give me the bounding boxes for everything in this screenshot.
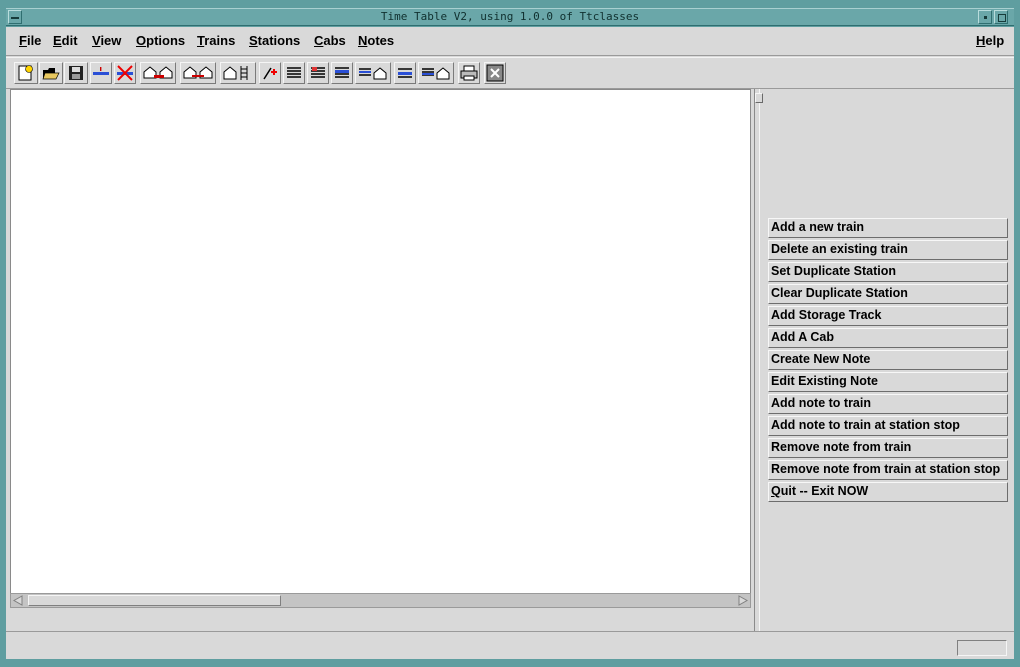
add-cab-button[interactable]: Add A Cab bbox=[768, 328, 1008, 348]
menu-notes[interactable]: Notes bbox=[358, 33, 394, 48]
add-storage-track-button[interactable]: Add Storage Track bbox=[768, 306, 1008, 326]
edit-note-icon[interactable] bbox=[331, 62, 353, 84]
add-train-button[interactable]: Add a new train bbox=[768, 218, 1008, 238]
menu-stations[interactable]: Stations bbox=[249, 33, 300, 48]
note-train-icon[interactable] bbox=[355, 62, 391, 84]
minimize-button[interactable] bbox=[978, 10, 992, 24]
duplicate-station-icon[interactable] bbox=[180, 62, 216, 84]
remove-note-icon[interactable] bbox=[418, 62, 454, 84]
scrollbar-thumb[interactable] bbox=[28, 595, 281, 606]
add-note-to-train-button[interactable]: Add note to train bbox=[768, 394, 1008, 414]
status-bar bbox=[6, 631, 1014, 659]
menu-options[interactable]: Options bbox=[136, 33, 185, 48]
scroll-right-arrow-icon[interactable] bbox=[737, 595, 749, 606]
menu-file[interactable]: File bbox=[19, 33, 41, 48]
menubar: File Edit View Options Trains Stations C… bbox=[6, 27, 1014, 56]
delete-train-button[interactable]: Delete an existing train bbox=[768, 240, 1008, 260]
open-folder-icon[interactable] bbox=[39, 62, 63, 84]
exit-icon[interactable] bbox=[484, 62, 506, 84]
stations-icon[interactable] bbox=[140, 62, 176, 84]
toolbar bbox=[6, 57, 1014, 89]
add-note-station-stop-button[interactable]: Add note to train at station stop bbox=[768, 416, 1008, 436]
add-cab-icon[interactable] bbox=[259, 62, 281, 84]
title-bar[interactable]: Time Table V2, using 1.0.0 of Ttclasses bbox=[6, 8, 1014, 26]
pane-sash-handle[interactable] bbox=[755, 93, 763, 103]
remove-note-station-stop-button[interactable]: Remove note from train at station stop bbox=[768, 460, 1008, 480]
create-note-button[interactable]: Create New Note bbox=[768, 350, 1008, 370]
delete-train-icon[interactable] bbox=[114, 62, 136, 84]
save-disk-icon[interactable] bbox=[64, 62, 88, 84]
client-area: File Edit View Options Trains Stations C… bbox=[6, 27, 1014, 659]
maximize-button[interactable] bbox=[994, 10, 1008, 24]
window-title: Time Table V2, using 1.0.0 of Ttclasses bbox=[380, 10, 640, 23]
horizontal-scrollbar[interactable] bbox=[10, 593, 751, 608]
remove-note-button[interactable]: Remove note from train bbox=[768, 438, 1008, 458]
menu-view[interactable]: View bbox=[92, 33, 121, 48]
menu-trains[interactable]: Trains bbox=[197, 33, 235, 48]
notes-list-icon[interactable] bbox=[307, 62, 329, 84]
list-icon[interactable] bbox=[283, 62, 305, 84]
quit-button[interactable]: Quit -- Exit NOW bbox=[768, 482, 1008, 502]
status-field bbox=[957, 640, 1007, 656]
scroll-left-arrow-icon[interactable] bbox=[12, 595, 24, 606]
edit-note-button[interactable]: Edit Existing Note bbox=[768, 372, 1008, 392]
set-duplicate-station-button[interactable]: Set Duplicate Station bbox=[768, 262, 1008, 282]
menu-edit[interactable]: Edit bbox=[53, 33, 78, 48]
new-file-icon[interactable] bbox=[14, 62, 38, 84]
menu-cabs[interactable]: Cabs bbox=[314, 33, 346, 48]
pane-divider bbox=[754, 89, 760, 631]
note-station-icon[interactable] bbox=[394, 62, 416, 84]
timetable-canvas[interactable] bbox=[10, 89, 751, 595]
storage-track-icon[interactable] bbox=[220, 62, 256, 84]
app-window: Time Table V2, using 1.0.0 of Ttclasses … bbox=[0, 0, 1020, 667]
add-train-icon[interactable] bbox=[90, 62, 112, 84]
menu-help[interactable]: Help bbox=[976, 33, 1004, 48]
print-icon[interactable] bbox=[458, 62, 480, 84]
clear-duplicate-station-button[interactable]: Clear Duplicate Station bbox=[768, 284, 1008, 304]
